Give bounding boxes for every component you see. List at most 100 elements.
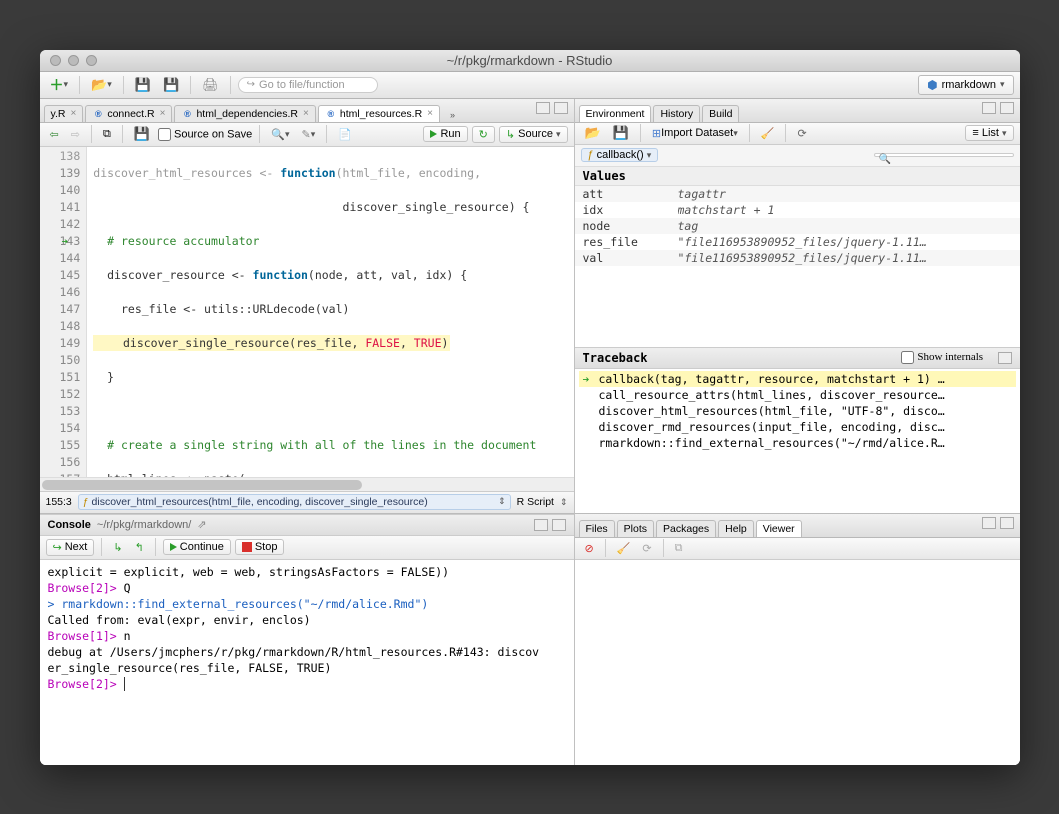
maximize-pane-button[interactable] (1000, 102, 1014, 114)
viewer-popout-button[interactable]: ⧉ (671, 540, 687, 557)
project-name: rmarkdown (942, 79, 996, 91)
tab-overflow-button[interactable]: » (446, 108, 459, 122)
save-button[interactable]: 💾 (131, 75, 155, 95)
traceback-frame[interactable]: callback(tag, tagattr, resource, matchst… (579, 371, 1016, 387)
tab-build[interactable]: Build (702, 105, 739, 122)
debug-step-out-button[interactable]: ↰ (131, 539, 148, 556)
close-icon[interactable]: × (427, 108, 433, 119)
viewer-clear-button[interactable]: ⊘ (581, 540, 598, 557)
tab-packages[interactable]: Packages (656, 520, 716, 537)
env-row[interactable]: res_file"file116953890952_files/jquery-1… (575, 234, 1020, 250)
tab-html-dependencies-r[interactable]: ®html_dependencies.R× (174, 105, 315, 122)
source-on-save-checkbox[interactable]: Source on Save (158, 128, 252, 141)
goto-placeholder: Go to file/function (259, 79, 345, 91)
view-mode-button[interactable]: ≡List▾ (965, 125, 1013, 141)
code-editor[interactable]: 138 139 140 141 142 ➔143 144 145 146 147… (40, 147, 574, 477)
traceback-frame[interactable]: discover_rmd_resources(input_file, encod… (579, 419, 1016, 435)
titlebar: ~/r/pkg/rmarkdown - RStudio (40, 50, 1020, 72)
project-menu-button[interactable]: ⬢ rmarkdown ▾ (918, 75, 1013, 95)
save-all-button[interactable]: 💾 (159, 75, 183, 95)
new-file-button[interactable]: ＋▾ (46, 73, 73, 97)
cursor-position: 155:3 (46, 496, 72, 508)
show-in-new-window-button[interactable]: ⧉ (99, 126, 115, 143)
clear-workspace-button[interactable]: 🧹 (757, 125, 779, 142)
run-button[interactable]: Run (423, 126, 467, 142)
play-icon (170, 543, 177, 551)
show-internals-checkbox[interactable]: Show internals (901, 351, 983, 364)
compile-report-button[interactable]: 📄 (334, 126, 356, 143)
load-workspace-button[interactable]: 📂 (581, 123, 605, 143)
env-search-input[interactable] (874, 153, 1014, 157)
tab-viewer[interactable]: Viewer (756, 520, 802, 537)
scope-selector[interactable]: ƒcallback()▾ (581, 148, 659, 162)
minimize-pane-button[interactable] (982, 102, 996, 114)
viewer-toolbar: ⊘ 🧹 ⟳ ⧉ (575, 538, 1020, 560)
source-button[interactable]: ↳Source▾ (499, 126, 568, 143)
tab-history[interactable]: History (653, 105, 700, 122)
close-icon[interactable]: × (160, 108, 166, 119)
maximize-pane-button[interactable] (552, 519, 566, 531)
tab-help[interactable]: Help (718, 520, 754, 537)
debug-continue-button[interactable]: Continue (163, 539, 231, 555)
content-area: y.R× ®connect.R× ®html_dependencies.R× ®… (40, 99, 1020, 765)
env-section-header: Values (575, 167, 1020, 186)
open-file-button[interactable]: 📂▾ (87, 75, 116, 95)
right-column: Environment History Build 📂 💾 ⊞Import Da… (575, 99, 1020, 765)
goto-file-function-input[interactable]: ↪ Go to file/function (238, 77, 378, 93)
print-button[interactable]: 🖨 (198, 75, 223, 95)
save-workspace-button[interactable]: 💾 (609, 123, 633, 143)
console-header: Console ~/r/pkg/rmarkdown/ ⇗ (40, 514, 574, 536)
tab-y-r[interactable]: y.R× (44, 105, 84, 122)
function-navigator[interactable]: ƒ discover_html_resources(html_file, enc… (78, 494, 511, 510)
console-path: ~/r/pkg/rmarkdown/ (97, 519, 191, 531)
minimize-pane-button[interactable] (536, 102, 550, 114)
execution-arrow-icon: ➔ (62, 233, 69, 250)
code-body[interactable]: discover_html_resources <- function(html… (87, 147, 573, 477)
traceback-frame[interactable]: call_resource_attrs(html_lines, discover… (579, 387, 1016, 403)
viewer-refresh-button[interactable]: ⟳ (638, 540, 655, 557)
traceback-frame[interactable]: discover_html_resources(html_file, "UTF-… (579, 403, 1016, 419)
code-tools-button[interactable]: ✎▾ (298, 126, 320, 143)
env-row[interactable]: atttagattr (575, 186, 1020, 202)
debug-stop-button[interactable]: Stop (235, 539, 285, 555)
file-type-label[interactable]: R Script (517, 496, 554, 508)
source-pane: y.R× ®connect.R× ®html_dependencies.R× ®… (40, 99, 574, 514)
viewer-clear-all-button[interactable]: 🧹 (613, 540, 635, 557)
main-toolbar: ＋▾ 📂▾ 💾 💾 🖨 ↪ Go to file/function ⬢ rmar… (40, 72, 1020, 99)
find-replace-button[interactable]: 🔍▾ (267, 126, 293, 143)
nav-back-button[interactable]: ⇦ (46, 126, 63, 143)
import-dataset-button[interactable]: ⊞Import Dataset▾ (648, 125, 742, 142)
debug-next-button[interactable]: ↪Next (46, 539, 95, 556)
refresh-button[interactable]: ⟳ (793, 125, 810, 142)
env-tabbar: Environment History Build (575, 99, 1020, 123)
maximize-pane-button[interactable] (554, 102, 568, 114)
maximize-pane-button[interactable] (1000, 517, 1014, 529)
viewer-tabbar: Files Plots Packages Help Viewer (575, 514, 1020, 538)
console-title: Console (48, 519, 91, 531)
debug-step-into-button[interactable]: ↳ (109, 539, 126, 556)
tab-files[interactable]: Files (579, 520, 615, 537)
env-row[interactable]: idxmatchstart + 1 (575, 202, 1020, 218)
left-column: y.R× ®connect.R× ®html_dependencies.R× ®… (40, 99, 575, 765)
env-values-table: atttagattr idxmatchstart + 1 nodetag res… (575, 186, 1020, 266)
traceback-list: callback(tag, tagattr, resource, matchst… (575, 369, 1020, 453)
console-output[interactable]: explicit = explicit, web = web, stringsA… (40, 560, 574, 765)
line-gutter[interactable]: 138 139 140 141 142 ➔143 144 145 146 147… (40, 147, 88, 477)
traceback-frame[interactable]: rmarkdown::find_external_resources("~/rm… (579, 435, 1016, 451)
rerun-button[interactable]: ↻ (472, 126, 495, 143)
save-source-button[interactable]: 💾 (130, 124, 154, 144)
tab-html-resources-r[interactable]: ®html_resources.R× (318, 105, 440, 122)
minimize-pane-button[interactable] (534, 519, 548, 531)
tab-connect-r[interactable]: ®connect.R× (85, 105, 172, 122)
horizontal-scrollbar[interactable] (40, 477, 574, 491)
close-icon[interactable]: × (70, 108, 76, 119)
env-row[interactable]: nodetag (575, 218, 1020, 234)
viewer-body (575, 560, 1020, 765)
collapse-traceback-button[interactable] (998, 352, 1012, 364)
tab-environment[interactable]: Environment (579, 105, 652, 122)
tab-plots[interactable]: Plots (617, 520, 654, 537)
close-icon[interactable]: × (303, 108, 309, 119)
env-row[interactable]: val"file116953890952_files/jquery-1.11… (575, 250, 1020, 266)
nav-forward-button[interactable]: ⇨ (67, 126, 84, 143)
minimize-pane-button[interactable] (982, 517, 996, 529)
